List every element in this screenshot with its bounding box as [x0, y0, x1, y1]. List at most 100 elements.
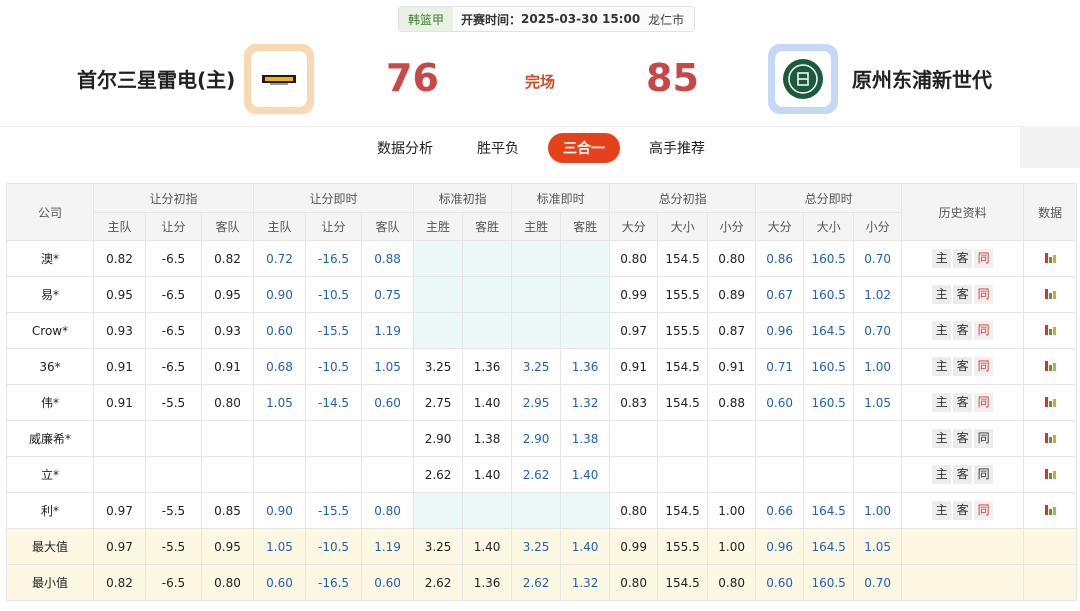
empty-cell: [1023, 528, 1078, 565]
handicap-live-cell: 0.90: [253, 276, 307, 313]
bar-chart-icon[interactable]: [1044, 467, 1056, 479]
header-total-live: 总分即时: [755, 183, 903, 213]
league-label[interactable]: 韩篮甲: [399, 7, 454, 31]
subheader: 小分: [853, 212, 903, 241]
history-away-button[interactable]: 客: [953, 249, 973, 268]
empty-cell: [901, 528, 1025, 565]
standard-initial-cell: 1.40: [462, 384, 513, 421]
tab-three-in-one[interactable]: 三合一: [548, 133, 620, 163]
away-team-logo[interactable]: [768, 44, 838, 114]
history-home-button[interactable]: 主: [932, 249, 952, 268]
total-live-cell: 0.67: [755, 276, 805, 313]
company-name: 伟*: [6, 384, 94, 421]
standard-live-cell: [511, 492, 562, 529]
total-live-cell: 164.5: [803, 492, 855, 529]
company-name: 36*: [6, 348, 94, 385]
company-name: 澳*: [6, 240, 94, 277]
history-home-button[interactable]: 主: [932, 501, 952, 520]
total-live-cell: 160.5: [803, 564, 855, 601]
tab-data-analysis[interactable]: 数据分析: [372, 133, 438, 163]
header-standard-live: 标准即时: [511, 183, 611, 213]
total-initial-cell: 155.5: [657, 312, 709, 349]
handicap-live-cell: -16.5: [305, 564, 363, 601]
total-live-cell: [853, 420, 903, 457]
handicap-initial-cell: 0.95: [93, 276, 146, 313]
history-same-button[interactable]: 同: [974, 429, 994, 448]
subheader: 主队: [253, 212, 307, 241]
header-total-initial: 总分初指: [609, 183, 757, 213]
handicap-live-cell: 0.75: [361, 276, 415, 313]
total-initial-cell: [609, 456, 659, 493]
history-home-button[interactable]: 主: [932, 357, 952, 376]
history-away-button[interactable]: 客: [953, 285, 973, 304]
bar-chart-icon[interactable]: [1044, 287, 1056, 299]
history-same-button[interactable]: 同: [974, 465, 994, 484]
standard-live-cell: 2.90: [511, 420, 562, 457]
bar-chart-icon[interactable]: [1044, 395, 1056, 407]
home-team-logo[interactable]: [244, 44, 314, 114]
total-live-cell: 160.5: [803, 384, 855, 421]
handicap-live-cell: [361, 420, 415, 457]
history-same-button[interactable]: 同: [974, 357, 994, 376]
history-home-button[interactable]: 主: [932, 465, 952, 484]
handicap-initial-cell: [200, 420, 255, 457]
handicap-live-cell: 0.88: [361, 240, 415, 277]
total-live-cell: 0.86: [755, 240, 805, 277]
history-same-button[interactable]: 同: [974, 501, 994, 520]
total-live-cell: [755, 456, 805, 493]
standard-initial-cell: 1.38: [462, 420, 513, 457]
tab-win-draw-lose[interactable]: 胜平负: [470, 133, 526, 163]
summary-label: 最小值: [6, 564, 94, 601]
history-away-button[interactable]: 客: [953, 357, 973, 376]
history-away-button[interactable]: 客: [953, 501, 973, 520]
bar-chart-icon[interactable]: [1044, 359, 1056, 371]
total-initial-cell: 0.80: [609, 564, 659, 601]
handicap-initial-cell: [200, 456, 255, 493]
standard-live-cell: 1.38: [560, 420, 611, 457]
history-away-button[interactable]: 客: [953, 393, 973, 412]
bar-chart-icon[interactable]: [1044, 503, 1056, 515]
standard-live-cell: [560, 240, 611, 277]
total-live-cell: 0.66: [755, 492, 805, 529]
history-home-button[interactable]: 主: [932, 321, 952, 340]
history-same-button[interactable]: 同: [974, 285, 994, 304]
subheader: 客胜: [462, 212, 513, 241]
standard-live-cell: 1.32: [560, 564, 611, 601]
total-initial-cell: 0.83: [609, 384, 659, 421]
history-away-button[interactable]: 客: [953, 321, 973, 340]
standard-live-cell: 3.25: [511, 348, 562, 385]
handicap-initial-cell: 0.82: [93, 564, 146, 601]
total-initial-cell: 0.80: [609, 240, 659, 277]
history-same-button[interactable]: 同: [974, 393, 994, 412]
standard-initial-cell: 3.25: [413, 528, 464, 565]
history-cell: 主客同: [901, 240, 1025, 277]
history-same-button[interactable]: 同: [974, 321, 994, 340]
handicap-live-cell: [253, 420, 307, 457]
total-initial-cell: 1.00: [707, 528, 757, 565]
handicap-live-cell: 0.60: [253, 564, 307, 601]
standard-live-cell: 2.62: [511, 456, 562, 493]
history-away-button[interactable]: 客: [953, 429, 973, 448]
history-home-button[interactable]: 主: [932, 285, 952, 304]
handicap-initial-cell: 0.80: [200, 564, 255, 601]
bar-chart-icon[interactable]: [1044, 431, 1056, 443]
history-home-button[interactable]: 主: [932, 429, 952, 448]
away-team-name[interactable]: 原州东浦新世代: [852, 64, 992, 93]
match-status: 完场: [525, 73, 556, 91]
bar-chart-icon[interactable]: [1044, 323, 1056, 335]
bar-chart-icon[interactable]: [1044, 251, 1056, 263]
handicap-live-cell: 0.90: [253, 492, 307, 529]
history-home-button[interactable]: 主: [932, 393, 952, 412]
total-initial-cell: 0.91: [609, 348, 659, 385]
history-away-button[interactable]: 客: [953, 465, 973, 484]
handicap-initial-cell: -6.5: [145, 276, 202, 313]
standard-initial-cell: [413, 276, 464, 313]
home-team-name[interactable]: 首尔三星雷电(主): [77, 64, 235, 93]
tab-expert-picks[interactable]: 高手推荐: [644, 133, 710, 163]
history-same-button[interactable]: 同: [974, 249, 994, 268]
summary-label: 最大值: [6, 528, 94, 565]
history-cell: 主客同: [901, 276, 1025, 313]
standard-initial-cell: 1.40: [462, 528, 513, 565]
data-cell: [1023, 420, 1078, 457]
history-cell: 主客同: [901, 492, 1025, 529]
